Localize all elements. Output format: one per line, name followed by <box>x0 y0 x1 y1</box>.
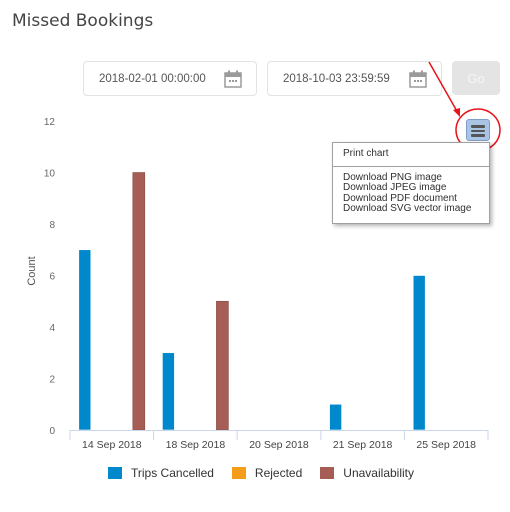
legend-label: Rejected <box>254 466 303 480</box>
x-tick-label: 25 Sep 2018 <box>416 439 476 451</box>
legend-swatch <box>320 467 335 479</box>
y-tick-label: 12 <box>44 117 56 128</box>
hamburger-menu-icon[interactable] <box>466 119 490 141</box>
x-tick-label: 21 Sep 2018 <box>333 439 393 451</box>
legend-item-unavailability[interactable]: Unavailability <box>320 466 414 480</box>
x-tick-label: 20 Sep 2018 <box>249 439 309 451</box>
x-axis: 14 Sep 2018 18 Sep 2018 20 Sep 2018 21 Sep … <box>69 430 489 451</box>
y-tick-label: 10 <box>44 169 56 180</box>
annotation-arrow-line <box>428 61 459 114</box>
menu-item-download-svg[interactable]: Download SVG vector image <box>333 203 489 215</box>
chart-legend: Trips Cancelled Rejected Unavailability <box>108 466 432 480</box>
y-axis-label: Count <box>26 256 38 285</box>
legend-item-trips-cancelled[interactable]: Trips Cancelled <box>108 466 214 480</box>
x-tick-label: 18 Sep 2018 <box>166 439 226 451</box>
legend-swatch <box>231 467 246 479</box>
y-axis: 0 2 4 6 8 10 12 <box>44 117 56 437</box>
legend-label: Trips Cancelled <box>131 466 214 480</box>
x-tick-label: 14 Sep 2018 <box>82 439 142 451</box>
y-tick-label: 4 <box>49 323 55 334</box>
y-tick-label: 0 <box>49 426 55 437</box>
legend-item-rejected[interactable]: Rejected <box>231 466 303 480</box>
bar-trips-cancelled[interactable] <box>412 275 426 431</box>
legend-swatch <box>108 467 122 479</box>
legend-label: Unavailability <box>343 466 414 480</box>
bar-unavailability[interactable] <box>216 300 229 431</box>
menu-item-print-chart[interactable]: Print chart <box>333 143 489 167</box>
bar-chart: 0 2 4 6 8 10 12 Count 14 Sep 2018 18 Sep 2018 20… <box>26 61 501 451</box>
export-menu: Print chart Download PNG image Download … <box>332 142 490 224</box>
bar-unavailability[interactable] <box>132 172 146 431</box>
y-tick-label: 8 <box>49 220 55 231</box>
y-tick-label: 6 <box>49 272 55 283</box>
y-tick-label: 2 <box>49 375 55 386</box>
menu-item-download-jpeg[interactable]: Download JPEG image <box>333 182 489 194</box>
bar-trips-cancelled[interactable] <box>329 403 342 431</box>
bar-trips-cancelled[interactable] <box>78 249 92 431</box>
bar-trips-cancelled[interactable] <box>162 352 175 431</box>
annotation-arrow-head <box>453 108 460 117</box>
